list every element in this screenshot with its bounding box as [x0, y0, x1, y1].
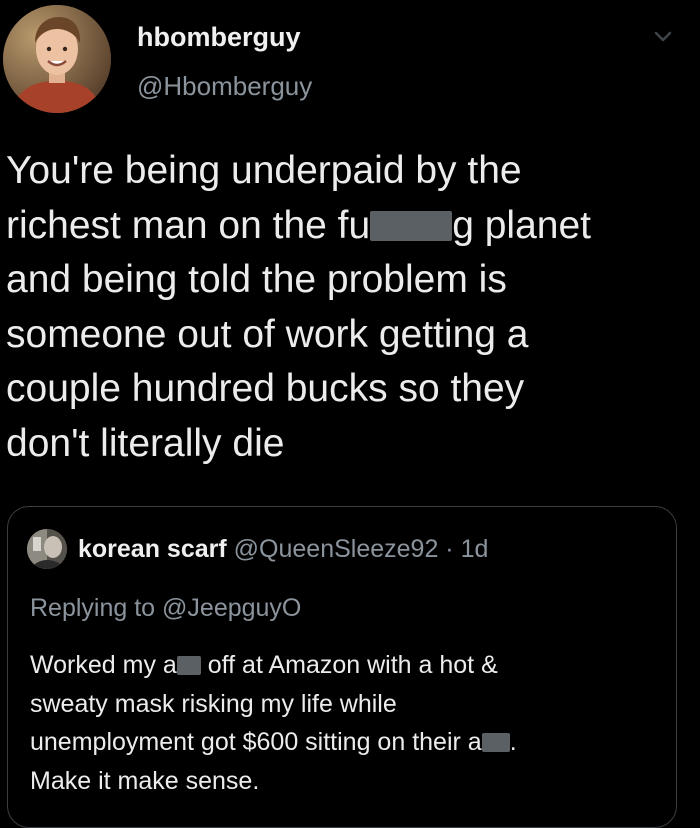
text-segment: richest man on the fu — [6, 203, 371, 247]
censor-bar — [370, 210, 453, 241]
tweet-body: You're being underpaid by the richest ma… — [6, 144, 686, 471]
author-avatar[interactable] — [3, 5, 111, 113]
chevron-down-icon — [654, 31, 672, 42]
meta-separator: · — [445, 535, 454, 563]
tweet-text-line: You're being underpaid by the — [6, 149, 522, 192]
censor-bar — [176, 656, 201, 675]
quoted-author-avatar-image — [27, 529, 67, 569]
author-handle[interactable]: @Hbomberguy — [137, 71, 312, 102]
text-segment: unemployment got $600 sitting on their a — [30, 728, 482, 756]
author-avatar-image — [3, 5, 111, 113]
quoted-text-line: Worked my a off at Amazon with a hot & — [30, 646, 660, 685]
tweet: hbomberguy @Hbomberguy You're being unde… — [0, 0, 700, 828]
tweet-text-line: someone out of work getting a — [6, 312, 529, 356]
replying-to-handle[interactable]: @JeepguyO — [162, 594, 301, 622]
text-segment: g planet — [452, 203, 591, 247]
text-segment: off at Amazon with a hot & — [200, 651, 498, 679]
replying-to-line: Replying to @JeepguyO — [30, 594, 301, 623]
quoted-text-line: unemployment got $600 sitting on their a… — [30, 723, 660, 762]
replying-to-label: Replying to — [30, 594, 156, 622]
quoted-author-handle[interactable]: @QueenSleeze92 — [234, 535, 439, 563]
tweet-text-line: and being told the problem is — [6, 258, 507, 301]
quoted-author-display-name[interactable]: korean scarf — [78, 535, 227, 563]
text-segment: . — [509, 728, 517, 756]
tweet-text-line: richest man on the fu g planet — [6, 199, 686, 254]
text-segment: Worked my a — [30, 651, 177, 679]
tweet-text-line: don't literally die — [6, 421, 285, 465]
quoted-text-line: sweaty mask risking my life while — [30, 689, 397, 718]
tweet-text-line: couple hundred bucks so they — [6, 367, 525, 410]
censor-bar — [481, 733, 510, 752]
quoted-text-line: Make it make sense. — [30, 766, 260, 795]
quoted-tweet-header: korean scarf @QueenSleeze92 · 1d — [78, 535, 488, 564]
quoted-author-avatar[interactable] — [27, 529, 67, 569]
quoted-tweet-body: Worked my a off at Amazon with a hot & s… — [30, 646, 660, 800]
quoted-tweet-card[interactable]: korean scarf @QueenSleeze92 · 1d Replyin… — [7, 506, 677, 828]
quoted-tweet-time: 1d — [460, 535, 489, 563]
more-options-button[interactable] — [648, 24, 678, 48]
author-display-name[interactable]: hbomberguy — [137, 22, 301, 53]
